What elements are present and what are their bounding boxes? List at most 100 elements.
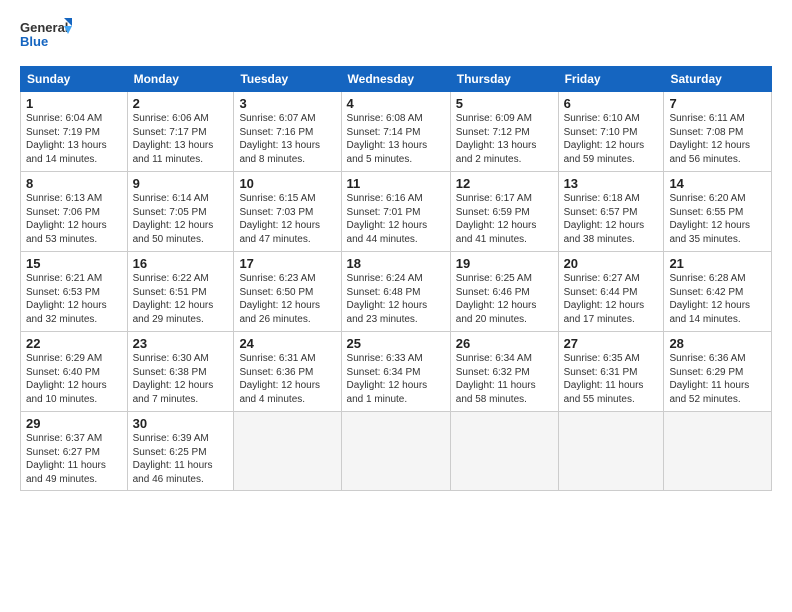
day-info: Sunrise: 6:39 AM Sunset: 6:25 PM Dayligh… (133, 432, 229, 486)
day-info: Sunrise: 6:33 AM Sunset: 6:34 PM Dayligh… (347, 352, 445, 406)
day-number: 30 (133, 416, 229, 431)
day-number: 26 (456, 336, 553, 351)
day-number: 4 (347, 96, 445, 111)
day-number: 23 (133, 336, 229, 351)
day-info: Sunrise: 6:34 AM Sunset: 6:32 PM Dayligh… (456, 352, 553, 406)
day-number: 14 (669, 176, 766, 191)
day-info: Sunrise: 6:04 AM Sunset: 7:19 PM Dayligh… (26, 112, 122, 166)
col-header-wednesday: Wednesday (341, 67, 450, 92)
day-number: 3 (239, 96, 335, 111)
week-row-3: 15Sunrise: 6:21 AM Sunset: 6:53 PM Dayli… (21, 252, 772, 332)
day-cell (341, 412, 450, 491)
day-info: Sunrise: 6:36 AM Sunset: 6:29 PM Dayligh… (669, 352, 766, 406)
day-info: Sunrise: 6:24 AM Sunset: 6:48 PM Dayligh… (347, 272, 445, 326)
day-cell: 24Sunrise: 6:31 AM Sunset: 6:36 PM Dayli… (234, 332, 341, 412)
day-info: Sunrise: 6:08 AM Sunset: 7:14 PM Dayligh… (347, 112, 445, 166)
day-cell: 15Sunrise: 6:21 AM Sunset: 6:53 PM Dayli… (21, 252, 128, 332)
day-info: Sunrise: 6:10 AM Sunset: 7:10 PM Dayligh… (564, 112, 659, 166)
day-number: 13 (564, 176, 659, 191)
day-info: Sunrise: 6:17 AM Sunset: 6:59 PM Dayligh… (456, 192, 553, 246)
calendar: SundayMondayTuesdayWednesdayThursdayFrid… (20, 66, 772, 491)
day-cell: 7Sunrise: 6:11 AM Sunset: 7:08 PM Daylig… (664, 92, 772, 172)
day-cell (450, 412, 558, 491)
day-info: Sunrise: 6:35 AM Sunset: 6:31 PM Dayligh… (564, 352, 659, 406)
day-number: 12 (456, 176, 553, 191)
day-cell: 25Sunrise: 6:33 AM Sunset: 6:34 PM Dayli… (341, 332, 450, 412)
day-info: Sunrise: 6:31 AM Sunset: 6:36 PM Dayligh… (239, 352, 335, 406)
calendar-header-row: SundayMondayTuesdayWednesdayThursdayFrid… (21, 67, 772, 92)
day-number: 24 (239, 336, 335, 351)
day-cell (558, 412, 664, 491)
day-cell (234, 412, 341, 491)
day-cell: 18Sunrise: 6:24 AM Sunset: 6:48 PM Dayli… (341, 252, 450, 332)
logo-svg: General Blue (20, 16, 72, 56)
day-info: Sunrise: 6:22 AM Sunset: 6:51 PM Dayligh… (133, 272, 229, 326)
day-cell: 16Sunrise: 6:22 AM Sunset: 6:51 PM Dayli… (127, 252, 234, 332)
day-info: Sunrise: 6:07 AM Sunset: 7:16 PM Dayligh… (239, 112, 335, 166)
day-cell: 12Sunrise: 6:17 AM Sunset: 6:59 PM Dayli… (450, 172, 558, 252)
day-cell: 1Sunrise: 6:04 AM Sunset: 7:19 PM Daylig… (21, 92, 128, 172)
day-cell: 10Sunrise: 6:15 AM Sunset: 7:03 PM Dayli… (234, 172, 341, 252)
day-cell: 19Sunrise: 6:25 AM Sunset: 6:46 PM Dayli… (450, 252, 558, 332)
day-info: Sunrise: 6:21 AM Sunset: 6:53 PM Dayligh… (26, 272, 122, 326)
day-info: Sunrise: 6:28 AM Sunset: 6:42 PM Dayligh… (669, 272, 766, 326)
day-info: Sunrise: 6:11 AM Sunset: 7:08 PM Dayligh… (669, 112, 766, 166)
page-header: General Blue (20, 16, 772, 56)
day-number: 17 (239, 256, 335, 271)
day-number: 16 (133, 256, 229, 271)
day-cell: 28Sunrise: 6:36 AM Sunset: 6:29 PM Dayli… (664, 332, 772, 412)
day-cell: 5Sunrise: 6:09 AM Sunset: 7:12 PM Daylig… (450, 92, 558, 172)
day-cell: 9Sunrise: 6:14 AM Sunset: 7:05 PM Daylig… (127, 172, 234, 252)
day-number: 28 (669, 336, 766, 351)
week-row-4: 22Sunrise: 6:29 AM Sunset: 6:40 PM Dayli… (21, 332, 772, 412)
day-cell: 6Sunrise: 6:10 AM Sunset: 7:10 PM Daylig… (558, 92, 664, 172)
col-header-sunday: Sunday (21, 67, 128, 92)
col-header-saturday: Saturday (664, 67, 772, 92)
week-row-5: 29Sunrise: 6:37 AM Sunset: 6:27 PM Dayli… (21, 412, 772, 491)
day-number: 15 (26, 256, 122, 271)
day-cell: 21Sunrise: 6:28 AM Sunset: 6:42 PM Dayli… (664, 252, 772, 332)
col-header-monday: Monday (127, 67, 234, 92)
day-number: 9 (133, 176, 229, 191)
day-cell: 13Sunrise: 6:18 AM Sunset: 6:57 PM Dayli… (558, 172, 664, 252)
day-cell: 4Sunrise: 6:08 AM Sunset: 7:14 PM Daylig… (341, 92, 450, 172)
week-row-2: 8Sunrise: 6:13 AM Sunset: 7:06 PM Daylig… (21, 172, 772, 252)
day-number: 20 (564, 256, 659, 271)
logo: General Blue (20, 16, 72, 56)
day-number: 21 (669, 256, 766, 271)
day-number: 6 (564, 96, 659, 111)
day-info: Sunrise: 6:18 AM Sunset: 6:57 PM Dayligh… (564, 192, 659, 246)
day-number: 11 (347, 176, 445, 191)
day-info: Sunrise: 6:37 AM Sunset: 6:27 PM Dayligh… (26, 432, 122, 486)
day-cell: 23Sunrise: 6:30 AM Sunset: 6:38 PM Dayli… (127, 332, 234, 412)
day-cell: 3Sunrise: 6:07 AM Sunset: 7:16 PM Daylig… (234, 92, 341, 172)
col-header-tuesday: Tuesday (234, 67, 341, 92)
day-number: 2 (133, 96, 229, 111)
day-cell: 30Sunrise: 6:39 AM Sunset: 6:25 PM Dayli… (127, 412, 234, 491)
day-cell: 27Sunrise: 6:35 AM Sunset: 6:31 PM Dayli… (558, 332, 664, 412)
day-number: 10 (239, 176, 335, 191)
day-cell: 20Sunrise: 6:27 AM Sunset: 6:44 PM Dayli… (558, 252, 664, 332)
day-info: Sunrise: 6:16 AM Sunset: 7:01 PM Dayligh… (347, 192, 445, 246)
day-cell (664, 412, 772, 491)
day-cell: 8Sunrise: 6:13 AM Sunset: 7:06 PM Daylig… (21, 172, 128, 252)
week-row-1: 1Sunrise: 6:04 AM Sunset: 7:19 PM Daylig… (21, 92, 772, 172)
day-info: Sunrise: 6:13 AM Sunset: 7:06 PM Dayligh… (26, 192, 122, 246)
svg-text:Blue: Blue (20, 34, 48, 49)
day-number: 27 (564, 336, 659, 351)
day-number: 1 (26, 96, 122, 111)
col-header-thursday: Thursday (450, 67, 558, 92)
svg-text:General: General (20, 20, 68, 35)
day-cell: 17Sunrise: 6:23 AM Sunset: 6:50 PM Dayli… (234, 252, 341, 332)
day-info: Sunrise: 6:14 AM Sunset: 7:05 PM Dayligh… (133, 192, 229, 246)
day-info: Sunrise: 6:27 AM Sunset: 6:44 PM Dayligh… (564, 272, 659, 326)
day-number: 5 (456, 96, 553, 111)
day-number: 29 (26, 416, 122, 431)
day-cell: 26Sunrise: 6:34 AM Sunset: 6:32 PM Dayli… (450, 332, 558, 412)
day-info: Sunrise: 6:06 AM Sunset: 7:17 PM Dayligh… (133, 112, 229, 166)
day-info: Sunrise: 6:20 AM Sunset: 6:55 PM Dayligh… (669, 192, 766, 246)
day-cell: 11Sunrise: 6:16 AM Sunset: 7:01 PM Dayli… (341, 172, 450, 252)
day-info: Sunrise: 6:30 AM Sunset: 6:38 PM Dayligh… (133, 352, 229, 406)
day-info: Sunrise: 6:23 AM Sunset: 6:50 PM Dayligh… (239, 272, 335, 326)
day-number: 18 (347, 256, 445, 271)
